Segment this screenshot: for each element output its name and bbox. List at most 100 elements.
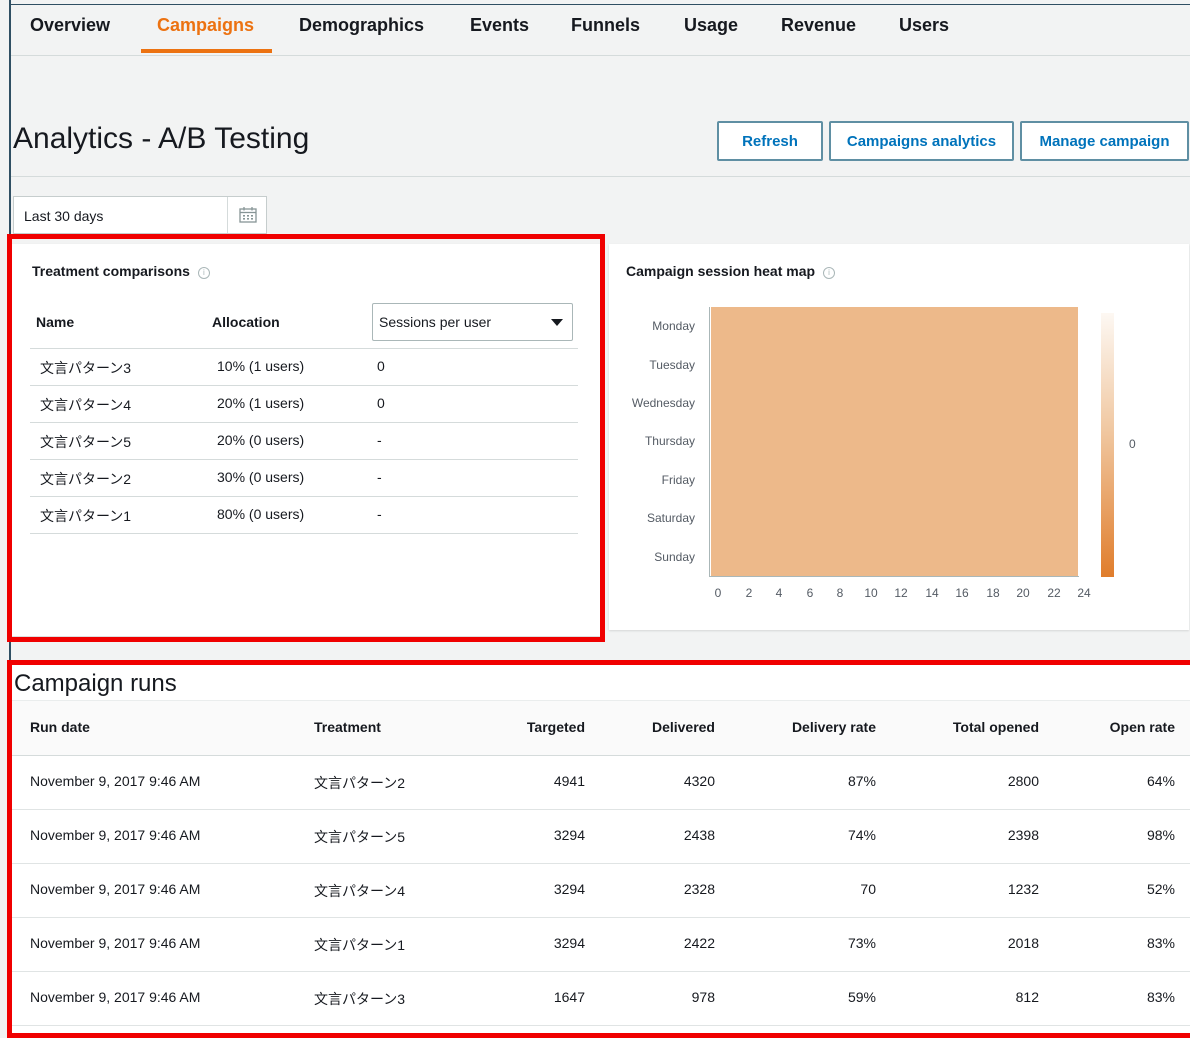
refresh-button[interactable]: Refresh [717,121,823,161]
column-header-delivery-rate[interactable]: Delivery rate [760,719,876,735]
hour-label: 8 [836,586,844,600]
run-targeted: 1647 [553,989,585,1005]
treatment-metric-value: - [377,506,382,522]
run-treatment: 文言パターン5 [314,829,406,845]
treatment-allocation: 10% (1 users) [217,358,305,374]
chevron-down-icon [551,319,563,326]
hour-label: 2 [745,586,753,600]
run-open-rate: 83% [1146,989,1175,1005]
column-header-targeted[interactable]: Targeted [485,719,585,735]
column-header-name[interactable]: Name [36,314,74,330]
column-header-allocation[interactable]: Allocation [212,314,280,330]
calendar-icon[interactable] [239,206,257,223]
treatment-name: 文言パターン5 [40,434,132,450]
table-row: November 9, 2017 9:46 AM 文言パターン1 3294 24… [11,917,1190,972]
run-open-rate: 64% [1146,773,1175,789]
tab-usage[interactable]: Usage [684,15,738,36]
run-delivery-rate: 87% [847,773,876,789]
day-label: Sunday [654,550,695,564]
hour-label: 12 [894,586,908,600]
treatment-comparisons-title-text: Treatment comparisons [32,263,190,279]
table-row: November 9, 2017 9:46 AM 文言パターン4 3294 23… [11,863,1190,918]
hour-label: 22 [1047,586,1061,600]
hour-label: 14 [925,586,939,600]
run-date: November 9, 2017 9:46 AM [30,935,201,951]
treatment-allocation: 20% (0 users) [217,432,305,448]
campaigns-analytics-button[interactable]: Campaigns analytics [829,121,1014,161]
run-delivery-rate: 59% [847,989,876,1005]
treatment-row: 文言パターン5 20% (0 users) - [30,422,578,460]
treatment-comparisons-title: Treatment comparisons i [32,263,210,279]
column-header-open-rate[interactable]: Open rate [1080,719,1175,735]
treatment-row: 文言パターン1 80% (0 users) - [30,496,578,534]
tab-users[interactable]: Users [899,15,949,36]
run-total-opened: 812 [1015,989,1039,1005]
hour-label: 16 [955,586,969,600]
info-icon[interactable]: i [823,267,836,279]
treatment-metric-value: - [377,432,382,448]
run-treatment: 文言パターン3 [314,991,406,1007]
treatment-name: 文言パターン1 [40,508,132,524]
run-total-opened: 2800 [1007,773,1039,789]
table-row: November 9, 2017 9:46 AM 文言パターン3 1647 97… [11,971,1190,1026]
hour-label: 24 [1077,586,1091,600]
heat-map-y-axis [709,307,710,577]
tab-overview[interactable]: Overview [30,15,110,36]
treatment-metric-value: - [377,469,382,485]
date-range-value: Last 30 days [24,208,104,224]
run-date: November 9, 2017 9:46 AM [30,773,201,789]
day-label: Friday [661,473,695,487]
heat-map-x-axis [709,576,1079,577]
table-row: November 9, 2017 9:46 AM 文言パターン5 3294 24… [11,809,1190,864]
day-label: Monday [652,319,695,333]
run-targeted: 4941 [553,773,585,789]
treatment-allocation: 80% (0 users) [217,506,305,522]
info-icon[interactable]: i [197,267,210,279]
treatment-name: 文言パターン2 [40,471,132,487]
run-treatment: 文言パターン1 [314,937,406,953]
column-header-run-date[interactable]: Run date [30,719,90,735]
treatment-metric-value: 0 [377,358,385,374]
hour-label: 0 [714,586,722,600]
treatment-metric-value: 0 [377,395,385,411]
run-date: November 9, 2017 9:46 AM [30,827,201,843]
column-header-total-opened[interactable]: Total opened [920,719,1039,735]
campaign-runs-title: Campaign runs [14,670,177,697]
metric-select[interactable]: Sessions per user [372,303,573,341]
tab-campaigns[interactable]: Campaigns [157,15,254,36]
metric-select-value: Sessions per user [379,314,492,330]
tab-demographics[interactable]: Demographics [299,15,424,36]
active-tab-indicator [141,49,272,53]
day-label: Thursday [644,434,695,448]
treatment-name: 文言パターン4 [40,397,132,413]
run-treatment: 文言パターン2 [314,775,406,791]
table-bottom-border [30,533,578,534]
color-legend-bar [1101,313,1114,577]
run-delivered: 2328 [683,881,715,897]
tab-revenue[interactable]: Revenue [781,15,856,36]
treatment-row: 文言パターン3 10% (1 users) 0 [30,348,578,386]
run-treatment: 文言パターン4 [314,883,406,899]
table-row: November 9, 2017 9:46 AM 文言パターン2 4941 43… [11,755,1190,810]
run-delivery-rate: 70 [860,881,876,897]
run-delivered: 4320 [683,773,715,789]
manage-campaign-button[interactable]: Manage campaign [1020,121,1189,161]
column-header-treatment[interactable]: Treatment [314,719,381,735]
run-delivered: 978 [691,989,715,1005]
run-targeted: 3294 [553,827,585,843]
hour-label: 10 [864,586,878,600]
column-header-delivered[interactable]: Delivered [615,719,715,735]
tab-funnels[interactable]: Funnels [571,15,640,36]
run-date: November 9, 2017 9:46 AM [30,881,201,897]
day-label: Saturday [646,511,695,525]
treatment-allocation: 20% (1 users) [217,395,305,411]
tab-events[interactable]: Events [470,15,529,36]
heat-map-cells[interactable] [711,307,1078,576]
run-delivered: 2422 [683,935,715,951]
run-delivered: 2438 [683,827,715,843]
run-targeted: 3294 [553,935,585,951]
date-picker-divider [227,197,228,233]
color-legend-label: 0 [1129,437,1136,451]
treatment-name: 文言パターン3 [40,360,132,376]
date-range-picker[interactable]: Last 30 days [13,196,267,234]
